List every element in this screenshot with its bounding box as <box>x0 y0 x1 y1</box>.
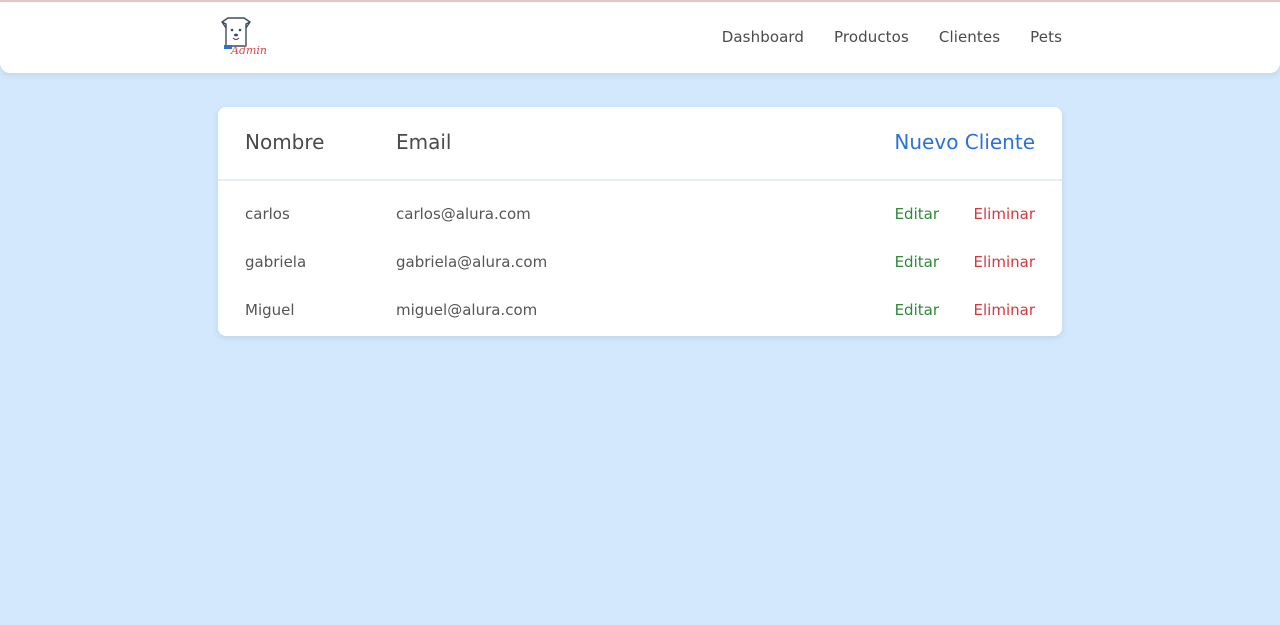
edit-link[interactable]: Editar <box>895 205 939 223</box>
clients-table-card: Nombre Email Nuevo Cliente carlos carlos… <box>218 107 1062 336</box>
admin-logo[interactable]: Admin <box>218 16 267 60</box>
client-email: miguel@alura.com <box>396 301 538 319</box>
delete-link[interactable]: Eliminar <box>974 205 1035 223</box>
dog-logo-icon: Admin <box>221 17 267 57</box>
logo-wordmark: Admin <box>230 44 266 57</box>
nav-dashboard[interactable]: Dashboard <box>722 28 804 46</box>
delete-link[interactable]: Eliminar <box>974 253 1035 271</box>
nav-pets[interactable]: Pets <box>1030 28 1062 46</box>
client-name: carlos <box>245 205 290 223</box>
column-header-nombre: Nombre <box>245 130 325 154</box>
top-navbar: Admin Dashboard Productos Clientes Pets <box>0 2 1280 73</box>
nav-clientes[interactable]: Clientes <box>939 28 1000 46</box>
column-header-email: Email <box>396 130 452 154</box>
client-email: gabriela@alura.com <box>396 253 548 271</box>
client-name: Miguel <box>245 301 295 319</box>
delete-link[interactable]: Eliminar <box>974 301 1035 319</box>
table-row: Miguel miguel@alura.com Editar Eliminar <box>218 287 1062 335</box>
edit-link[interactable]: Editar <box>895 301 939 319</box>
table-row: gabriela gabriela@alura.com Editar Elimi… <box>218 239 1062 287</box>
client-email: carlos@alura.com <box>396 205 531 223</box>
table-header: Nombre Email Nuevo Cliente <box>218 107 1062 181</box>
client-name: gabriela <box>245 253 307 271</box>
new-client-link[interactable]: Nuevo Cliente <box>894 130 1035 154</box>
main-nav: Dashboard Productos Clientes Pets <box>692 28 1062 46</box>
table-row: carlos carlos@alura.com Editar Eliminar <box>218 191 1062 239</box>
edit-link[interactable]: Editar <box>895 253 939 271</box>
nav-productos[interactable]: Productos <box>834 28 909 46</box>
